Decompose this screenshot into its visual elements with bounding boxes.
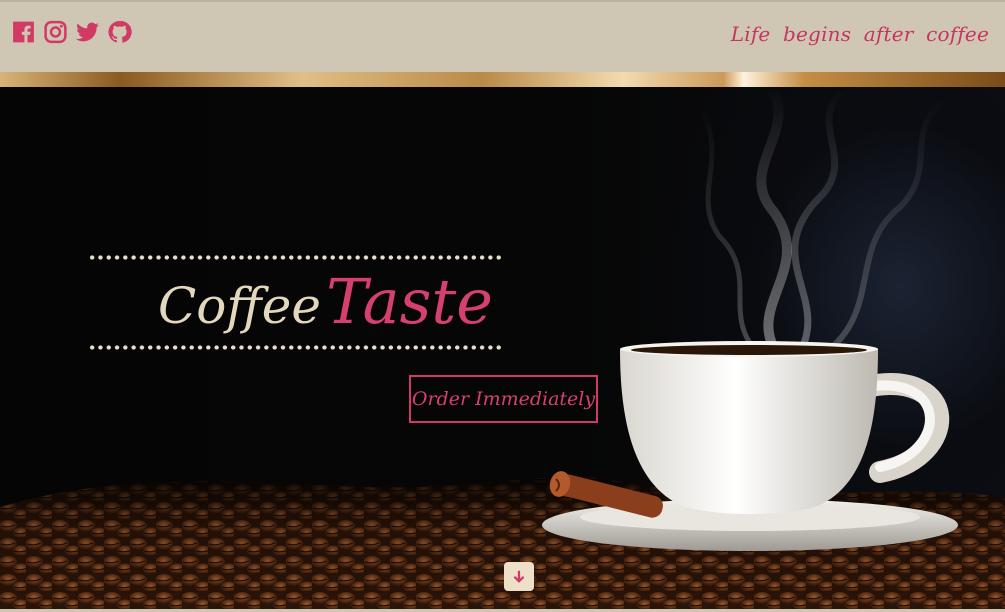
instagram-icon[interactable] <box>43 19 68 45</box>
hero-title: Coffee Taste <box>158 265 493 338</box>
hero-section: Coffee Taste Order Immediately <box>0 87 1005 609</box>
arrow-down-icon <box>513 570 525 583</box>
hero-title-word-coffee: Coffee <box>158 277 321 335</box>
order-immediately-button[interactable]: Order Immediately <box>409 375 598 423</box>
github-icon[interactable] <box>107 19 132 45</box>
social-links <box>11 19 132 45</box>
twitter-icon[interactable] <box>75 19 100 45</box>
facebook-icon[interactable] <box>11 19 36 45</box>
dotted-divider-top <box>88 255 503 260</box>
hero-title-word-taste: Taste <box>326 265 493 338</box>
dotted-divider-bottom <box>88 345 503 350</box>
tagline: Life begins after coffee <box>730 22 989 46</box>
scroll-down-button[interactable] <box>504 562 534 591</box>
site-header: Life begins after coffee <box>0 0 1005 72</box>
decorative-strip <box>0 72 1005 87</box>
